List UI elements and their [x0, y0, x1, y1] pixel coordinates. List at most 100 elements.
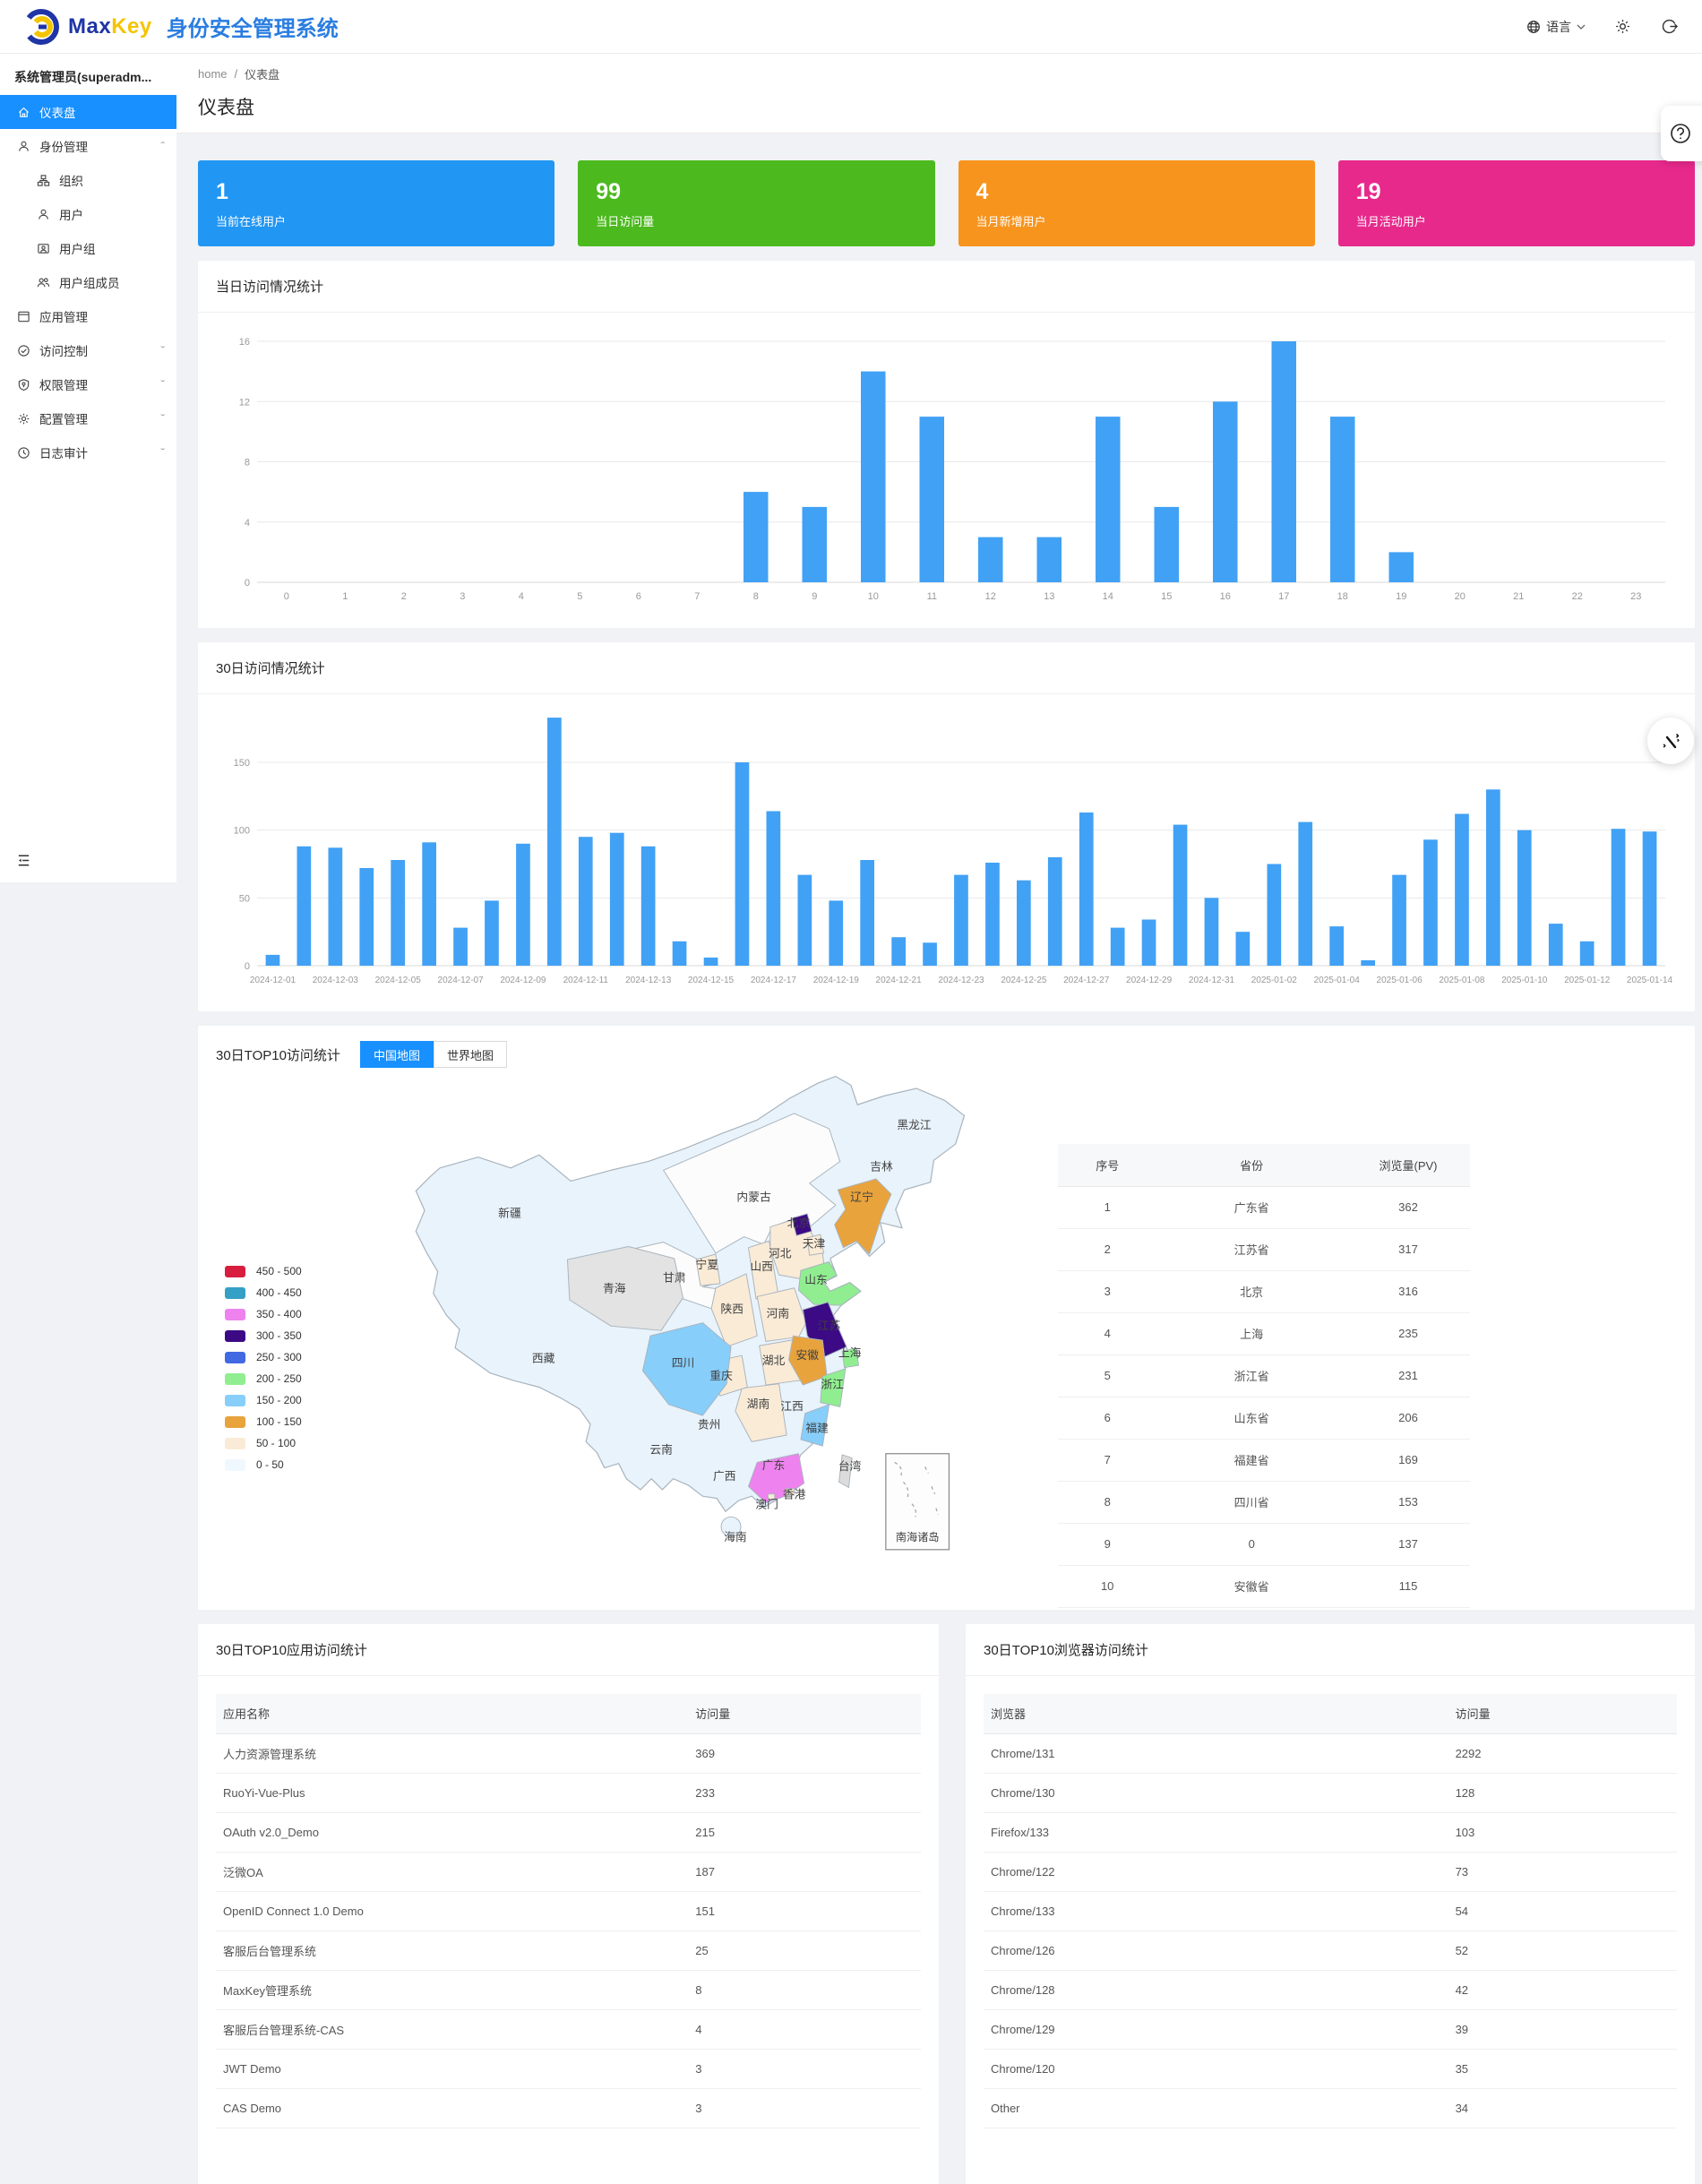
table-cell: 317 [1346, 1228, 1470, 1270]
table-row: 10安徽省115 [1058, 1565, 1470, 1607]
legend-swatch [225, 1459, 245, 1471]
sidebar-item-label: 日志审计 [39, 443, 161, 461]
svg-text:2024-12-11: 2024-12-11 [563, 976, 609, 985]
province-label-重庆: 重庆 [709, 1369, 733, 1382]
panel-title-map: 30日TOP10访问统计 [216, 1045, 340, 1064]
table-cell: Chrome/126 [984, 1930, 1448, 1970]
legend-item[interactable]: 200 - 250 [225, 1372, 302, 1385]
legend-range-label: 400 - 450 [256, 1286, 302, 1299]
browser-table: 浏览器访问量Chrome/1312292Chrome/130128Firefox… [984, 1694, 1677, 2128]
chevron-down-icon: ˇ [160, 380, 165, 390]
table-header: 访问量 [688, 1694, 921, 1733]
settings-button[interactable] [1612, 17, 1632, 37]
table-header: 序号 [1058, 1144, 1156, 1186]
province-label-四川: 四川 [672, 1355, 695, 1369]
table-cell: RuoYi-Vue-Plus [216, 1773, 688, 1812]
svg-text:2025-01-10: 2025-01-10 [1501, 976, 1548, 985]
svg-text:2024-12-17: 2024-12-17 [751, 976, 797, 985]
table-row: Chrome/12939 [984, 2009, 1677, 2049]
table-row: 泛微OA187 [216, 1852, 921, 1891]
svg-text:2025-01-02: 2025-01-02 [1251, 976, 1298, 985]
breadcrumb-home[interactable]: home [198, 67, 228, 81]
legend-range-label: 0 - 50 [256, 1458, 284, 1471]
table-cell: MaxKey管理系统 [216, 1970, 688, 2009]
maxkey-logo-icon [23, 9, 59, 45]
svg-text:9: 9 [812, 591, 817, 602]
province-label-河北: 河北 [769, 1247, 792, 1260]
breadcrumb-current: 仪表盘 [245, 65, 279, 82]
sidebar-item-5[interactable]: 用户组成员 [0, 265, 176, 299]
legend-item[interactable]: 300 - 350 [225, 1329, 302, 1342]
logout-button[interactable] [1659, 17, 1679, 37]
svg-text:12: 12 [239, 397, 250, 408]
language-menu[interactable]: 语言 [1526, 18, 1586, 36]
sidebar-item-3[interactable]: 用户 [0, 197, 176, 231]
table-row: Chrome/12273 [984, 1852, 1677, 1891]
svg-text:2024-12-09: 2024-12-09 [500, 976, 546, 985]
table-row: 2江苏省317 [1058, 1228, 1470, 1270]
chevron-down-icon: ˇ [160, 346, 165, 356]
legend-item[interactable]: 350 - 400 [225, 1308, 302, 1320]
province-label-江苏: 江苏 [818, 1319, 841, 1332]
sidebar-item-7[interactable]: 访问控制ˇ [0, 333, 176, 367]
province-label-安徽: 安徽 [795, 1348, 819, 1362]
table-row: CAS Demo3 [216, 2088, 921, 2128]
province-label-福建: 福建 [805, 1421, 829, 1434]
table-cell: 0 [1156, 1523, 1346, 1565]
legend-item[interactable]: 100 - 150 [225, 1415, 302, 1428]
theme-wand-floating-button[interactable] [1647, 718, 1694, 764]
brand-name: MaxKey [68, 14, 152, 39]
logout-icon [1661, 18, 1678, 35]
sidebar-item-8[interactable]: 权限管理ˇ [0, 367, 176, 401]
legend-item[interactable]: 400 - 450 [225, 1286, 302, 1299]
question-circle-icon [1669, 122, 1692, 145]
table-cell: 128 [1448, 1773, 1677, 1812]
sidebar-item-4[interactable]: 用户组 [0, 231, 176, 265]
panel-top10-regions: 30日TOP10访问统计 中国地图世界地图 450 - 500 400 - 45… [198, 1026, 1695, 1610]
table-cell: 42 [1448, 1970, 1677, 2009]
table-row: RuoYi-Vue-Plus233 [216, 1773, 921, 1812]
sidebar-item-9[interactable]: 配置管理ˇ [0, 401, 176, 435]
sidebar: 系统管理员(superadm... 仪表盘 身份管理ˆ 组织 用户 用户组 用户… [0, 54, 176, 882]
sidebar-item-0[interactable]: 仪表盘 [0, 95, 176, 129]
svg-text:2024-12-01: 2024-12-01 [250, 976, 297, 985]
legend-item[interactable]: 450 - 500 [225, 1265, 302, 1277]
table-cell: 7 [1058, 1439, 1156, 1481]
table-row: 5浙江省231 [1058, 1354, 1470, 1397]
table-row: Other34 [984, 2088, 1677, 2128]
table-cell: Chrome/120 [984, 2049, 1448, 2088]
svg-text:22: 22 [1572, 591, 1583, 602]
province-label-江西: 江西 [780, 1399, 804, 1413]
svg-text:0: 0 [284, 591, 289, 602]
table-cell: 187 [688, 1852, 921, 1891]
sidebar-item-label: 访问控制 [39, 341, 161, 359]
table-cell: 5 [1058, 1354, 1156, 1397]
legend-item[interactable]: 250 - 300 [225, 1351, 302, 1363]
province-label-贵州: 贵州 [698, 1418, 721, 1432]
province-label-山西: 山西 [750, 1260, 773, 1273]
app-table: 应用名称访问量人力资源管理系统369RuoYi-Vue-Plus233OAuth… [216, 1694, 921, 2128]
sidebar-item-2[interactable]: 组织 [0, 163, 176, 197]
legend-item[interactable]: 0 - 50 [225, 1458, 302, 1471]
table-cell: 广东省 [1156, 1186, 1346, 1228]
help-floating-button[interactable] [1661, 106, 1702, 161]
svg-text:14: 14 [1103, 591, 1113, 602]
province-label-天津: 天津 [803, 1237, 826, 1251]
sidebar-collapse-button[interactable] [16, 853, 31, 868]
legend-range-label: 100 - 150 [256, 1415, 302, 1428]
sidebar-item-6[interactable]: 应用管理 [0, 299, 176, 333]
table-row: 8四川省153 [1058, 1481, 1470, 1523]
svg-text:15: 15 [1161, 591, 1172, 602]
legend-item[interactable]: 150 - 200 [225, 1394, 302, 1406]
table-row: Chrome/12652 [984, 1930, 1677, 1970]
sidebar-item-10[interactable]: 日志审计ˇ [0, 435, 176, 469]
table-cell: 2 [1058, 1228, 1156, 1270]
legend-item[interactable]: 50 - 100 [225, 1437, 302, 1449]
table-cell: 人力资源管理系统 [216, 1733, 688, 1773]
province-label-湖北: 湖北 [762, 1354, 786, 1367]
menu-fold-icon [16, 853, 31, 868]
svg-text:150: 150 [234, 758, 250, 769]
panel-30day-visits: 30日访问情况统计 0501001502024-12-012024-12-032… [198, 642, 1695, 1011]
sidebar-item-1[interactable]: 身份管理ˆ [0, 129, 176, 163]
stat-card-0: 1 当前在线用户 [198, 160, 554, 246]
